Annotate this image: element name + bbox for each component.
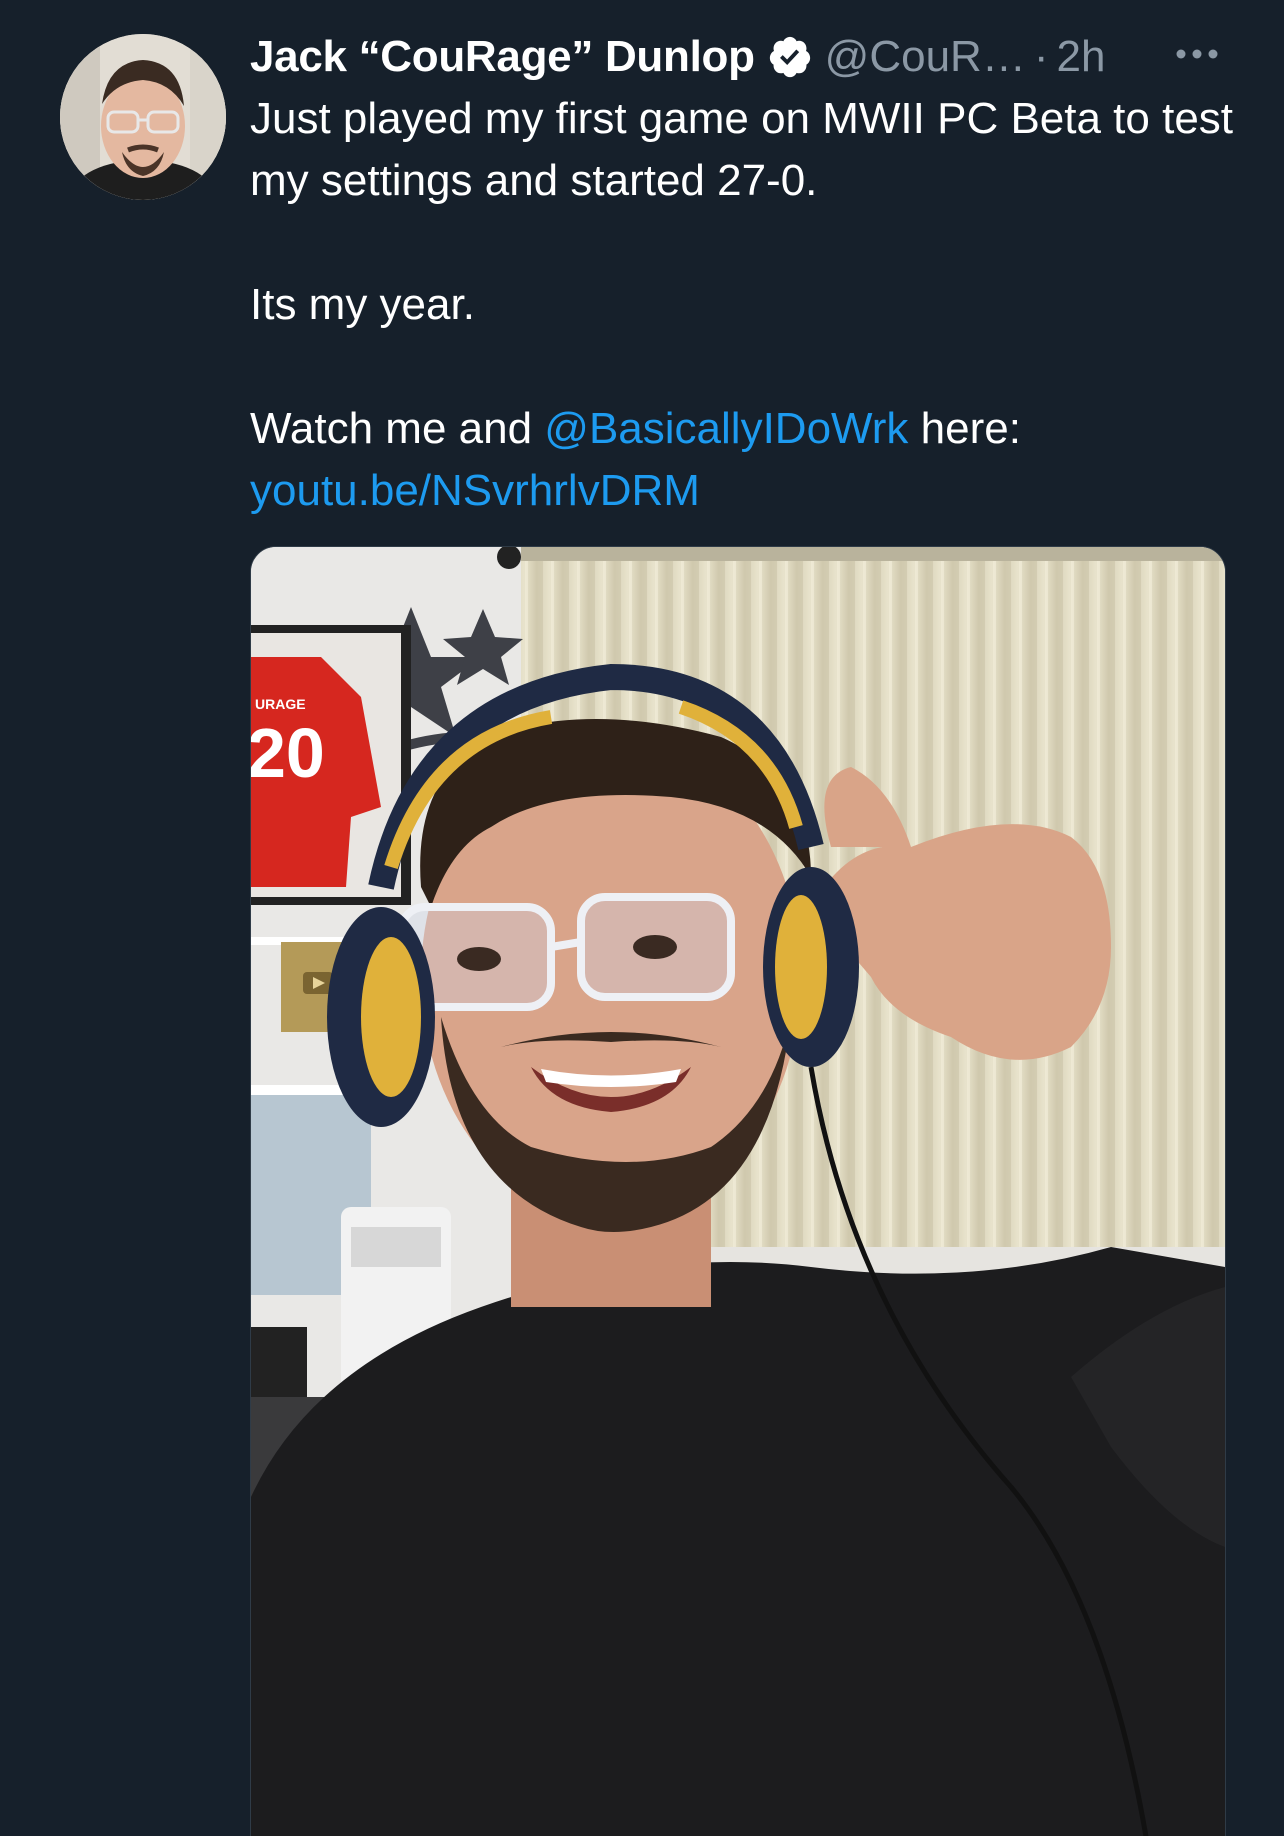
- author-avatar[interactable]: [60, 34, 226, 200]
- tweet-header: Jack “CouRage” Dunlop @CouR… · 2h: [250, 26, 1250, 88]
- tweet-text-line3-prefix: Watch me and: [250, 404, 545, 453]
- tweet-photo[interactable]: URAGE 20: [250, 546, 1226, 1836]
- jersey-number-text: 20: [251, 714, 325, 792]
- more-horizontal-icon[interactable]: [1174, 40, 1220, 68]
- tweet-text-line3: Watch me and @BasicallyIDoWrk here:: [250, 398, 1250, 460]
- tweet-timestamp[interactable]: 2h: [1057, 32, 1106, 82]
- tweet-text-line1: Just played my first game on MWII PC Bet…: [250, 94, 1234, 205]
- tweet-text-line3-suffix: here:: [908, 404, 1021, 453]
- jersey-name-text: URAGE: [255, 696, 306, 712]
- mention-link[interactable]: @BasicallyIDoWrk: [544, 404, 908, 453]
- author-display-name[interactable]: Jack “CouRage” Dunlop: [250, 32, 755, 82]
- url-link[interactable]: youtu.be/NSvrhrlvDRM: [250, 466, 700, 515]
- author-handle[interactable]: @CouR…: [825, 32, 1026, 82]
- tweet[interactable]: Jack “CouRage” Dunlop @CouR… · 2h Just p…: [0, 0, 1284, 1836]
- verified-badge-icon: [767, 34, 813, 80]
- tweet-text: Just played my first game on MWII PC Bet…: [250, 88, 1250, 522]
- photo-image: URAGE 20: [251, 547, 1225, 1836]
- header-separator: ·: [1033, 32, 1049, 81]
- avatar-image: [60, 34, 226, 200]
- tweet-text-line2: Its my year.: [250, 280, 475, 329]
